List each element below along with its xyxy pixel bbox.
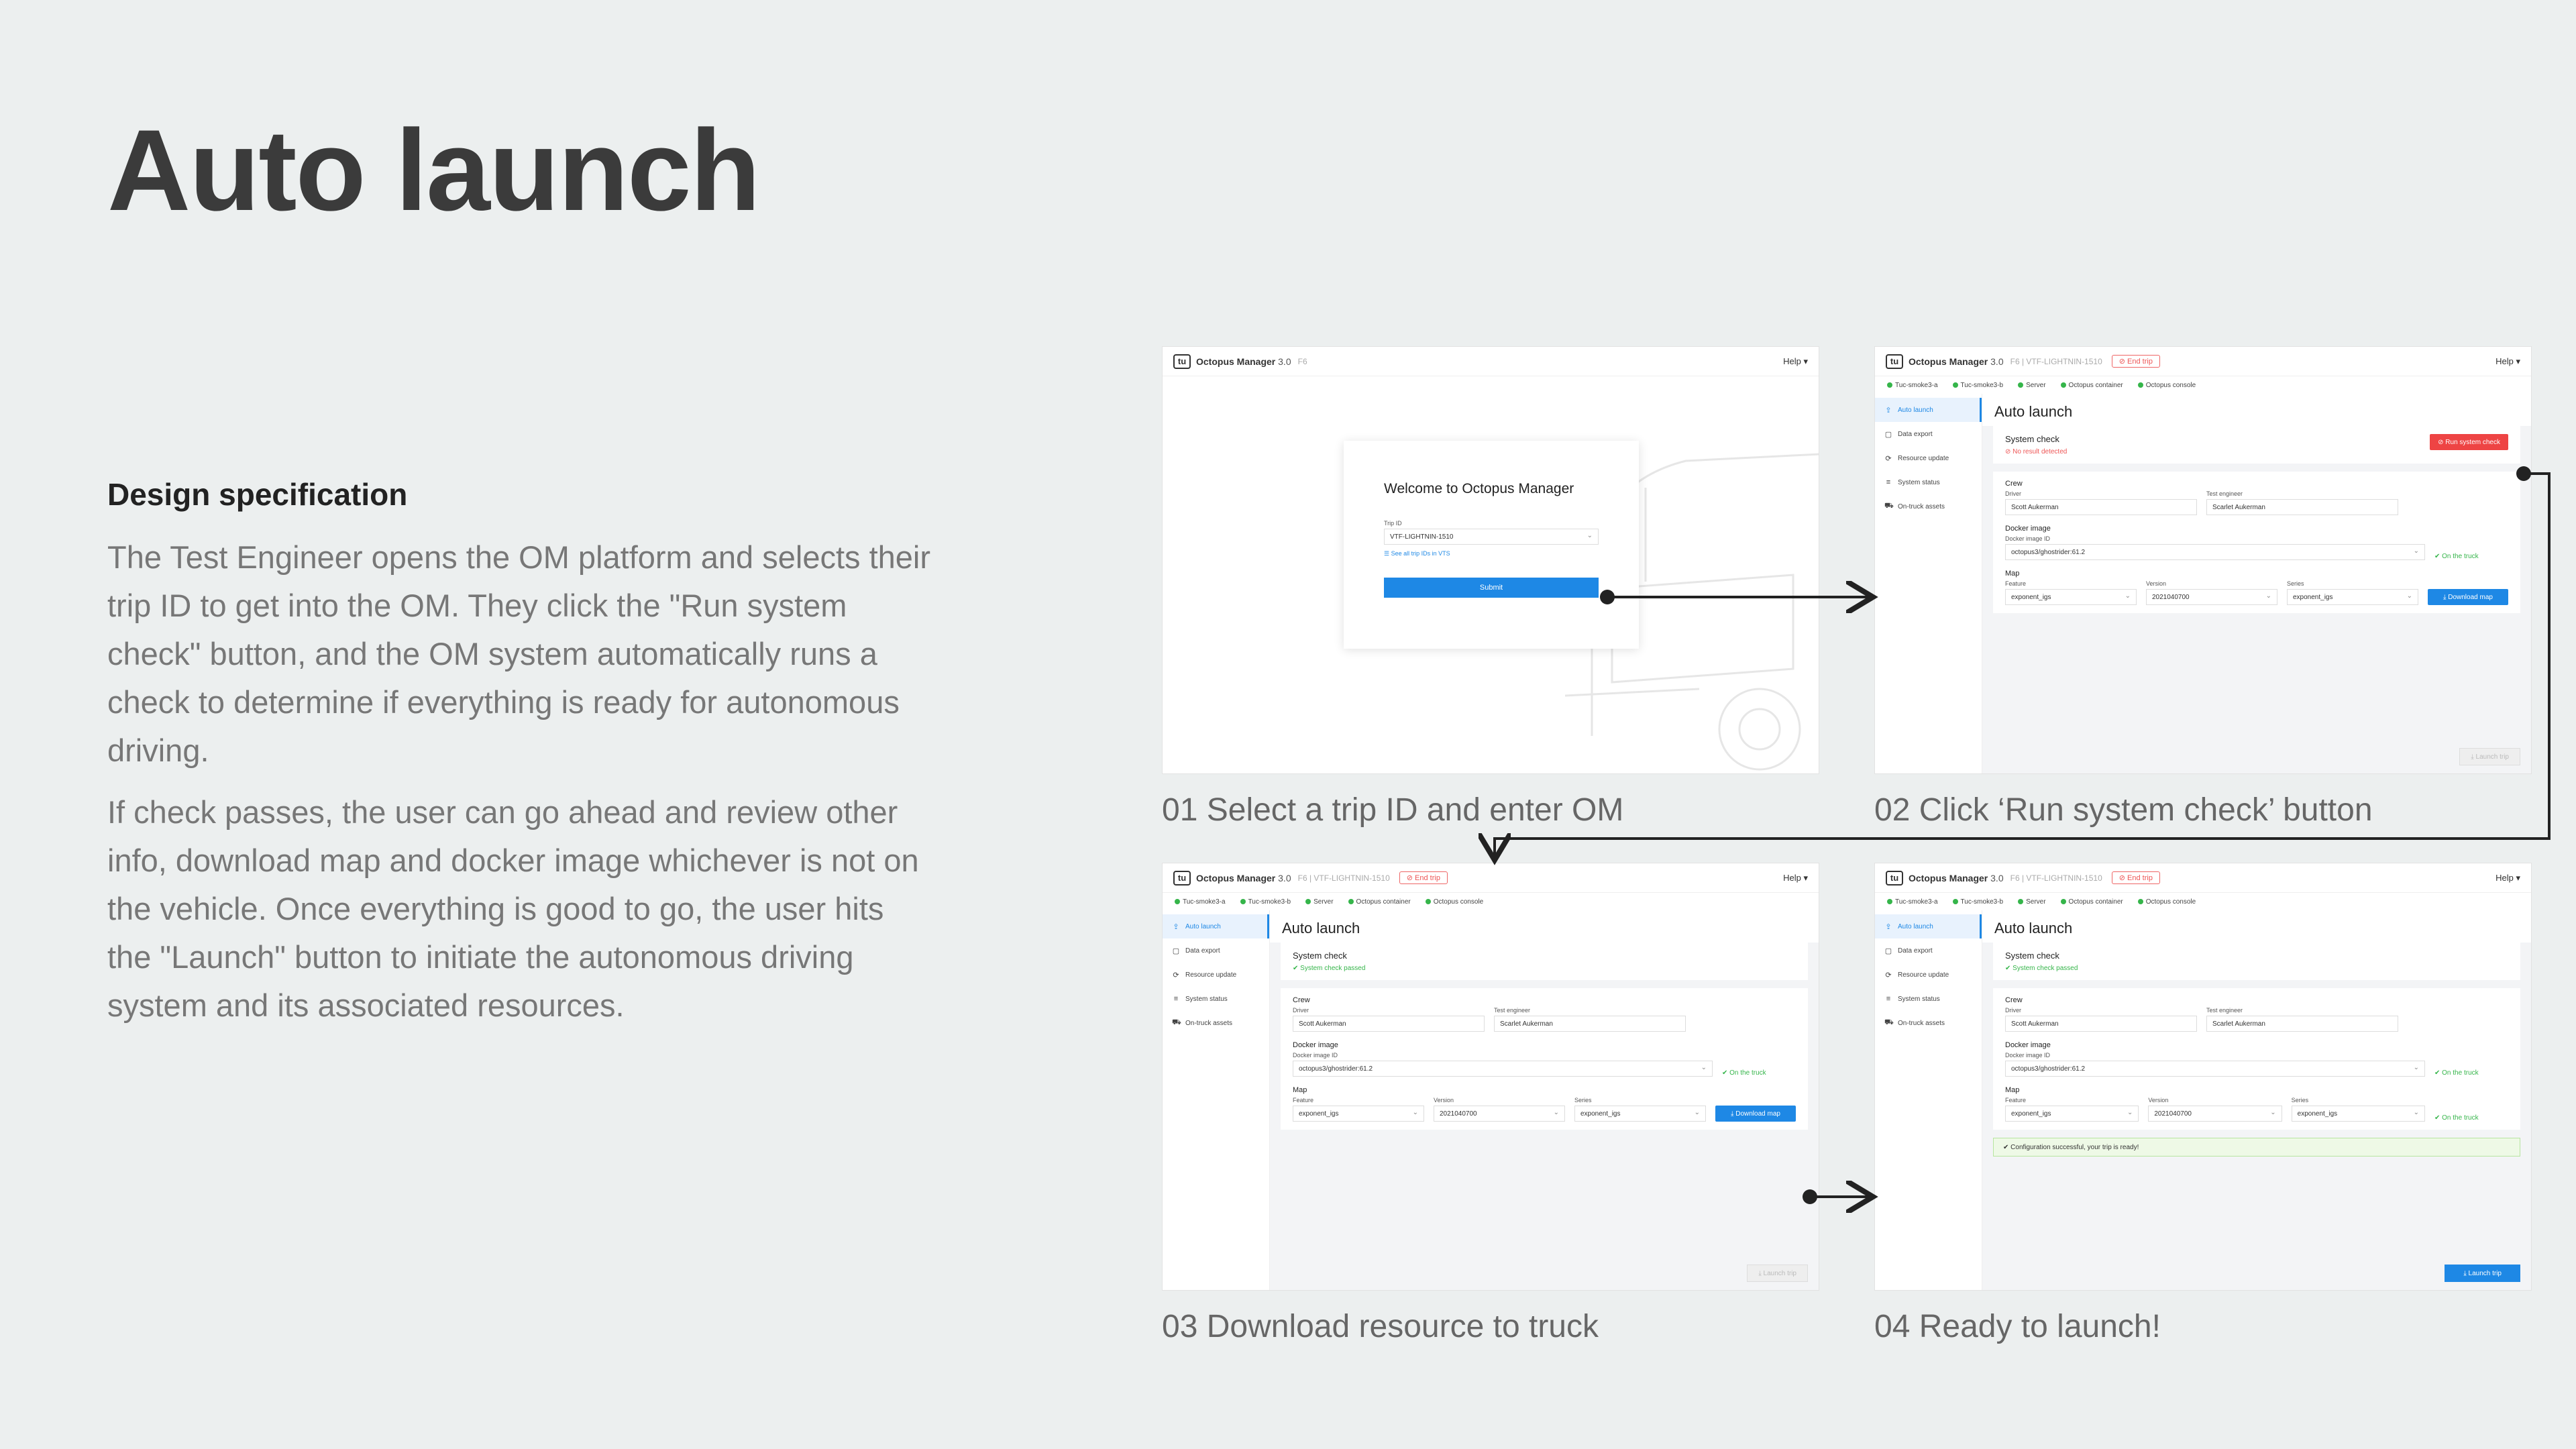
connector-2-to-3 xyxy=(1495,466,2551,860)
connector-3-to-4 xyxy=(1803,1189,1873,1204)
flow-connectors xyxy=(0,466,2551,1449)
connector-1-to-2 xyxy=(1600,590,1873,604)
